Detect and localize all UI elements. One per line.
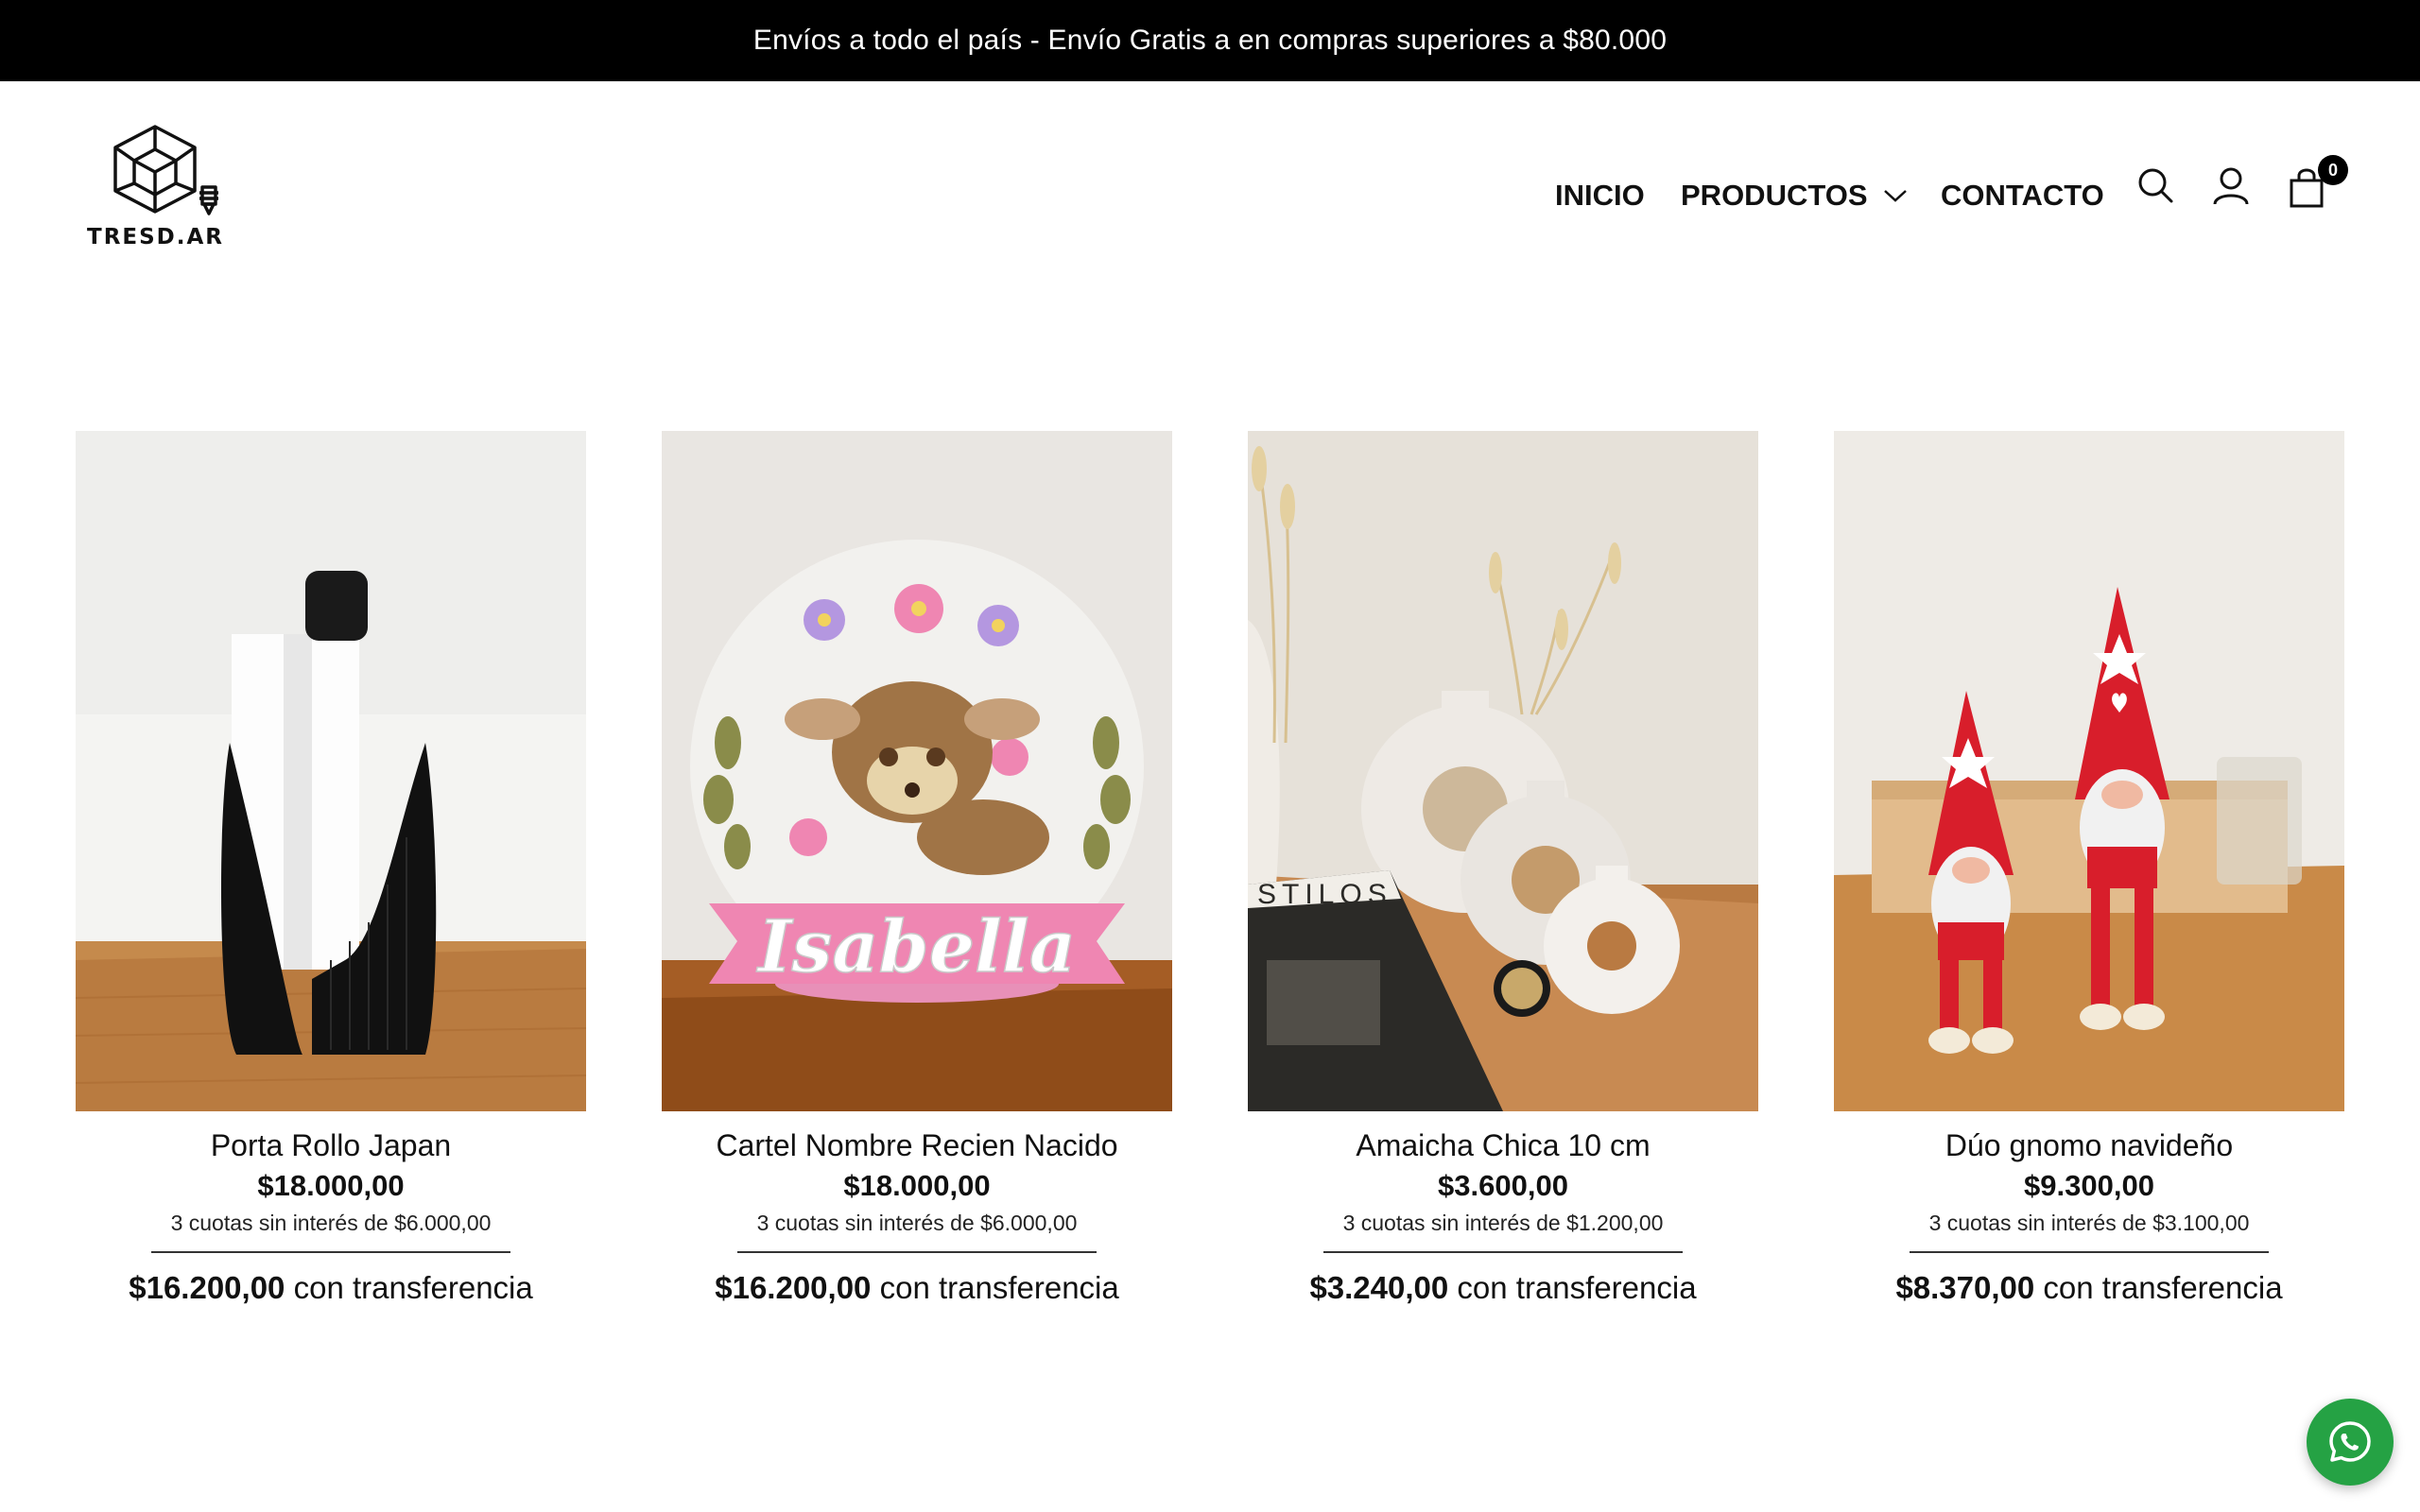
whatsapp-button[interactable] bbox=[2307, 1399, 2394, 1486]
transfer-price-value: $3.240,00 bbox=[1309, 1270, 1449, 1305]
nav-label: PRODUCTOS bbox=[1681, 179, 1868, 212]
price-divider bbox=[1323, 1251, 1683, 1253]
logo-text: TRESD.AR bbox=[87, 225, 225, 249]
nav-label: INICIO bbox=[1555, 179, 1645, 212]
main-nav: INICIO bbox=[1555, 172, 1645, 219]
chevron-down-icon bbox=[1883, 190, 1907, 202]
product-name[interactable]: Dúo gnomo navideño bbox=[1834, 1128, 2344, 1163]
transfer-price-value: $8.370,00 bbox=[1895, 1270, 2035, 1305]
product-installments: 3 cuotas sin interés de $3.100,00 bbox=[1928, 1211, 2250, 1235]
transfer-price: $8.370,00 con transferencia bbox=[1834, 1270, 2344, 1306]
transfer-label: con transferencia bbox=[1457, 1270, 1697, 1305]
cart-button[interactable]: 0 bbox=[2288, 155, 2348, 213]
search-icon bbox=[2138, 168, 2173, 203]
announcement-bar: Envíos a todo el país - Envío Gratis a e… bbox=[0, 0, 2420, 81]
product-card[interactable]: STILOS Amaicha Chica 10 cm $3.600,00 3 c… bbox=[1248, 431, 1758, 1306]
product-installments: 3 cuotas sin interés de $1.200,00 bbox=[1342, 1211, 1664, 1235]
transfer-price: $16.200,00 con transferencia bbox=[662, 1270, 1172, 1306]
product-price: $18.000,00 bbox=[257, 1169, 405, 1202]
transfer-price-value: $16.200,00 bbox=[715, 1270, 872, 1305]
cart-count-badge: 0 bbox=[2318, 155, 2348, 185]
product-price: $18.000,00 bbox=[843, 1169, 991, 1202]
baby-name-sign-image: Isabella bbox=[662, 431, 1172, 1111]
nav-item-contacto[interactable]: CONTACTO bbox=[1941, 179, 2104, 213]
product-image[interactable] bbox=[76, 431, 586, 1111]
transfer-label: con transferencia bbox=[879, 1270, 1119, 1305]
product-card[interactable]: Porta Rollo Japan $18.000,00 3 cuotas si… bbox=[76, 431, 586, 1306]
nav-item-inicio[interactable]: INICIO bbox=[1555, 179, 1645, 213]
product-card[interactable]: Isabella Cartel Nombre Recien Nacido $18… bbox=[662, 431, 1172, 1306]
product-price: $9.300,00 bbox=[2024, 1169, 2154, 1202]
price-divider bbox=[737, 1251, 1097, 1253]
product-name[interactable]: Porta Rollo Japan bbox=[76, 1128, 586, 1163]
product-price: $3.600,00 bbox=[1438, 1169, 1568, 1202]
vases-image: STILOS bbox=[1248, 431, 1758, 1111]
transfer-price: $16.200,00 con transferencia bbox=[76, 1270, 586, 1306]
product-card[interactable]: Dúo gnomo navideño $9.300,00 3 cuotas si… bbox=[1834, 431, 2344, 1306]
paper-towel-holder-image bbox=[76, 431, 586, 1111]
transfer-price: $3.240,00 con transferencia bbox=[1248, 1270, 1758, 1306]
account-button[interactable] bbox=[2212, 166, 2250, 211]
transfer-label: con transferencia bbox=[293, 1270, 533, 1305]
product-installments: 3 cuotas sin interés de $6.000,00 bbox=[756, 1211, 1078, 1235]
whatsapp-icon bbox=[2329, 1421, 2371, 1462]
product-image[interactable]: STILOS bbox=[1248, 431, 1758, 1111]
search-button[interactable] bbox=[2136, 166, 2174, 209]
nav-item-productos[interactable]: PRODUCTOS bbox=[1681, 179, 1908, 213]
product-name[interactable]: Cartel Nombre Recien Nacido bbox=[662, 1128, 1172, 1163]
transfer-label: con transferencia bbox=[2043, 1270, 2283, 1305]
site-logo[interactable]: TRESD.AR bbox=[81, 123, 233, 255]
main-nav-productos: PRODUCTOS bbox=[1681, 172, 1908, 219]
announcement-text: Envíos a todo el país - Envío Gratis a e… bbox=[752, 25, 1668, 56]
svg-text:Isabella: Isabella bbox=[756, 904, 1076, 988]
user-icon bbox=[2213, 167, 2249, 205]
product-installments: 3 cuotas sin interés de $6.000,00 bbox=[170, 1211, 492, 1235]
product-name[interactable]: Amaicha Chica 10 cm bbox=[1248, 1128, 1758, 1163]
price-divider bbox=[151, 1251, 510, 1253]
gnomes-image bbox=[1834, 431, 2344, 1111]
svg-text:STILOS: STILOS bbox=[1257, 879, 1392, 910]
price-divider bbox=[1910, 1251, 2269, 1253]
site-header: TRESD.AR INICIO PRODUCTOS CONTACTO 0 bbox=[0, 81, 2420, 299]
transfer-price-value: $16.200,00 bbox=[129, 1270, 285, 1305]
nav-label: CONTACTO bbox=[1941, 179, 2104, 212]
main-nav-contacto: CONTACTO bbox=[1941, 172, 2104, 219]
product-image[interactable] bbox=[1834, 431, 2344, 1111]
product-image[interactable]: Isabella bbox=[662, 431, 1172, 1111]
logo-cube-icon bbox=[113, 125, 218, 215]
